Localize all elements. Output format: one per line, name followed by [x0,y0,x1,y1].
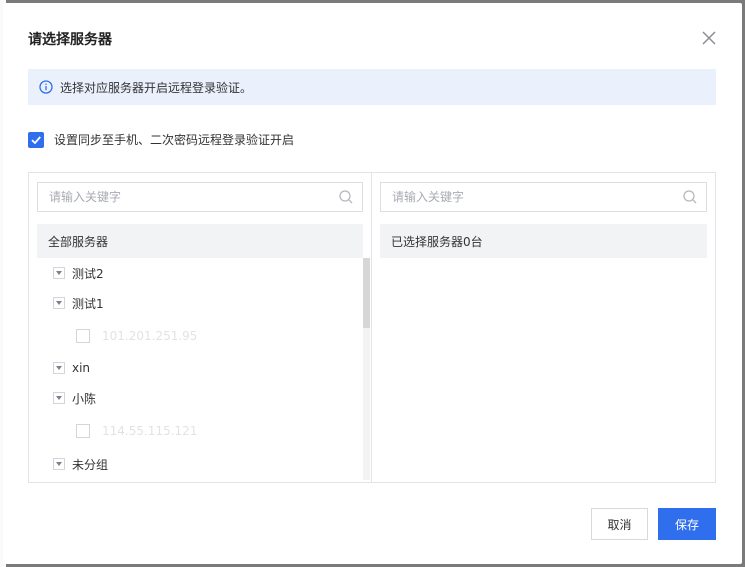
tree-group[interactable]: 未分组 [53,452,108,476]
tree-leaf[interactable]: 114.55.115.121 [76,419,198,443]
info-text: 选择对应服务器开启远程登录验证。 [60,80,253,95]
server-transfer: 全部服务器 测试2 测试1 101.201.251.95 [28,172,716,483]
caret-down-icon [56,462,62,466]
server-checkbox[interactable] [76,329,90,343]
right-panel-header: 已选择服务器0台 [380,224,707,258]
caret-down-icon [56,366,62,370]
dialog-title: 请选择服务器 [28,32,112,48]
right-search-input[interactable] [381,184,682,210]
panel-divider [371,173,372,482]
checkmark-icon [31,135,41,144]
caret-down-icon [56,301,62,305]
tree-group-label[interactable]: 小陈 [72,390,96,407]
scrollbar-thumb[interactable] [363,258,370,328]
expand-toggle[interactable] [53,392,65,404]
tree-group[interactable]: 测试2 [53,261,104,285]
server-ip-label: 114.55.115.121 [99,422,198,440]
tree-group-label[interactable]: 测试1 [72,295,104,312]
expand-toggle[interactable] [53,362,65,374]
sync-option[interactable]: 设置同步至手机、二次密码远程登录验证开启 [28,131,294,148]
tree-group-label[interactable]: 测试2 [72,265,104,282]
tree-group[interactable]: xin [53,356,90,380]
expand-toggle[interactable] [53,458,65,470]
server-checkbox[interactable] [76,424,90,438]
close-button[interactable] [700,29,718,47]
sync-checkbox[interactable] [28,131,44,148]
save-button[interactable]: 保存 [658,508,716,540]
search-icon[interactable] [338,189,354,205]
expand-toggle[interactable] [53,267,65,279]
tree-leaf[interactable]: 101.201.251.95 [76,324,198,348]
left-panel-header: 全部服务器 [37,224,363,258]
cancel-button[interactable]: 取消 [591,508,648,540]
caret-down-icon [56,396,62,400]
info-icon [39,80,53,94]
tree-scrollbar[interactable] [363,258,370,480]
tree-group-label[interactable]: 未分组 [72,456,108,473]
tree-group[interactable]: 测试1 [53,291,104,315]
expand-toggle[interactable] [53,297,65,309]
tree-group-label[interactable]: xin [72,361,90,375]
tree-group[interactable]: 小陈 [53,386,96,410]
info-banner: 选择对应服务器开启远程登录验证。 [28,69,716,105]
server-tree: 测试2 测试1 101.201.251.95 xin 小陈 114.55.115… [37,258,361,480]
left-search-input[interactable] [38,184,338,210]
right-search-box [380,182,707,212]
search-icon[interactable] [682,189,698,205]
select-server-dialog: 请选择服务器 选择对应服务器开启远程登录验证。 设置同步至手机、二次密码远程登录… [3,3,742,564]
caret-down-icon [56,271,62,275]
close-icon [702,31,716,45]
left-search-box [37,182,363,212]
server-ip-label: 101.201.251.95 [99,327,198,345]
sync-option-label: 设置同步至手机、二次密码远程登录验证开启 [54,133,295,147]
